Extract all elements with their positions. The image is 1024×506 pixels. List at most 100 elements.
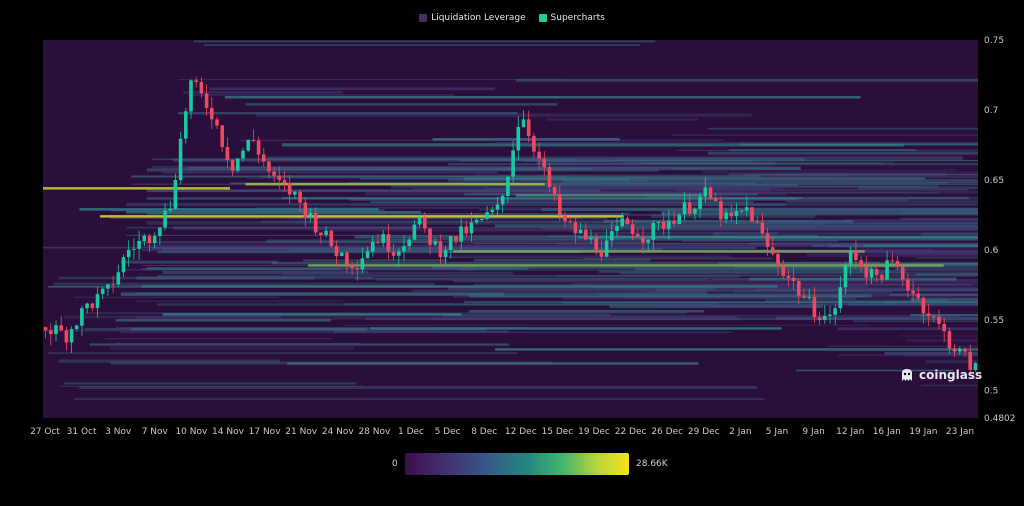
candle-body <box>189 80 193 112</box>
candle-body <box>308 213 313 218</box>
liquidation-band <box>370 201 754 203</box>
candle-body <box>298 191 302 203</box>
candle-body <box>116 272 121 285</box>
candle-body <box>563 215 567 222</box>
candle-body <box>869 269 874 278</box>
candle-body <box>848 251 853 265</box>
x-tick-label: 16 Jan <box>873 427 901 437</box>
candle-body <box>126 249 131 258</box>
candle-body <box>433 241 437 245</box>
liquidation-band <box>105 338 332 340</box>
candle-body <box>391 251 396 256</box>
candle-body <box>802 295 806 298</box>
candle-body <box>656 221 661 223</box>
candle-body <box>469 222 474 234</box>
candle-body <box>859 260 863 267</box>
liquidation-level <box>515 194 703 197</box>
x-tick-label: 29 Dec <box>688 427 720 437</box>
liquidation-level <box>162 313 462 316</box>
candle-body <box>958 348 962 352</box>
liquidation-band <box>557 275 976 277</box>
liquidation-level <box>494 348 978 351</box>
liquidation-band <box>89 343 509 346</box>
candle-body <box>661 221 666 229</box>
liquidation-band <box>546 118 698 121</box>
liquidation-band <box>53 282 435 286</box>
x-tick-label: 17 Nov <box>249 427 282 437</box>
candle-body <box>59 325 63 331</box>
x-tick-label: 10 Nov <box>175 427 208 437</box>
liquidation-band <box>484 187 770 190</box>
liquidation-band <box>494 141 978 144</box>
liquidation-level <box>100 215 624 218</box>
candle-body <box>630 224 635 234</box>
candle-body <box>54 325 58 334</box>
candle-body <box>511 150 515 177</box>
candle-body <box>807 297 811 298</box>
candle-body <box>319 232 323 236</box>
x-tick-label: 12 Dec <box>505 427 537 437</box>
candle-body <box>282 180 287 183</box>
candle-body <box>880 274 884 280</box>
candle-body <box>490 209 495 213</box>
candle-body <box>132 248 136 250</box>
liquidation-band <box>910 314 978 317</box>
candle-body <box>204 93 209 108</box>
liquidation-band <box>510 186 925 188</box>
liquidation-band <box>676 149 978 151</box>
candle-body <box>750 207 754 222</box>
liquidation-level <box>370 327 782 330</box>
candle-body <box>724 212 728 220</box>
x-tick-label: 22 Dec <box>615 427 647 437</box>
candle-body <box>682 202 687 215</box>
candle-body <box>719 201 723 220</box>
candle-body <box>443 249 448 257</box>
candle-body <box>303 202 308 218</box>
y-tick-label: 0.75 <box>984 36 1004 46</box>
candle-body <box>90 303 95 308</box>
liquidation-band <box>58 359 280 363</box>
candle-body <box>521 119 526 128</box>
candle-body <box>812 297 817 318</box>
candle-body <box>828 314 832 316</box>
candle-body <box>542 158 546 168</box>
candle-body <box>69 329 74 343</box>
candle-body <box>49 330 53 334</box>
liquidation-band <box>609 304 823 308</box>
candle-body <box>474 219 479 223</box>
x-tick-label: 1 Dec <box>398 427 424 437</box>
liquidation-band <box>146 213 630 215</box>
liquidation-band <box>707 127 978 130</box>
candle-body <box>594 237 598 252</box>
candle-body <box>236 158 240 171</box>
x-tick-label: 24 Nov <box>322 427 355 437</box>
liquidation-band <box>474 258 651 262</box>
liquidation-band <box>713 232 978 236</box>
candle-body <box>350 264 354 268</box>
candle-body <box>952 348 957 352</box>
candle-body <box>817 317 822 321</box>
candle-body <box>158 227 162 236</box>
liquidation-band <box>894 268 978 270</box>
candle-body <box>334 246 339 257</box>
liquidation-band <box>692 203 978 206</box>
liquidation-level <box>287 362 699 365</box>
candle-body <box>360 258 365 270</box>
liquidation-band <box>209 87 495 91</box>
x-tick-label: 19 Dec <box>578 427 610 437</box>
candle-body <box>589 237 593 240</box>
heatmap-chart[interactable]: 0.75 0.7 0.65 0.6 0.55 0.5 0.4802 27 Oct 31 Oct… <box>0 0 1024 506</box>
colorbar-max-label: 28.66K <box>636 459 668 469</box>
candle-body <box>407 239 411 247</box>
candle-body <box>230 160 235 171</box>
candle-body <box>526 119 531 137</box>
x-tick-label: 19 Jan <box>909 427 937 437</box>
candle-body <box>781 265 785 276</box>
x-tick-label: 21 Nov <box>285 427 318 437</box>
candle-body <box>760 222 765 234</box>
candle-body <box>516 127 521 151</box>
liquidation-level <box>432 138 620 141</box>
candle-body <box>771 247 775 254</box>
liquidation-band <box>837 327 979 331</box>
candle-body <box>261 154 266 162</box>
